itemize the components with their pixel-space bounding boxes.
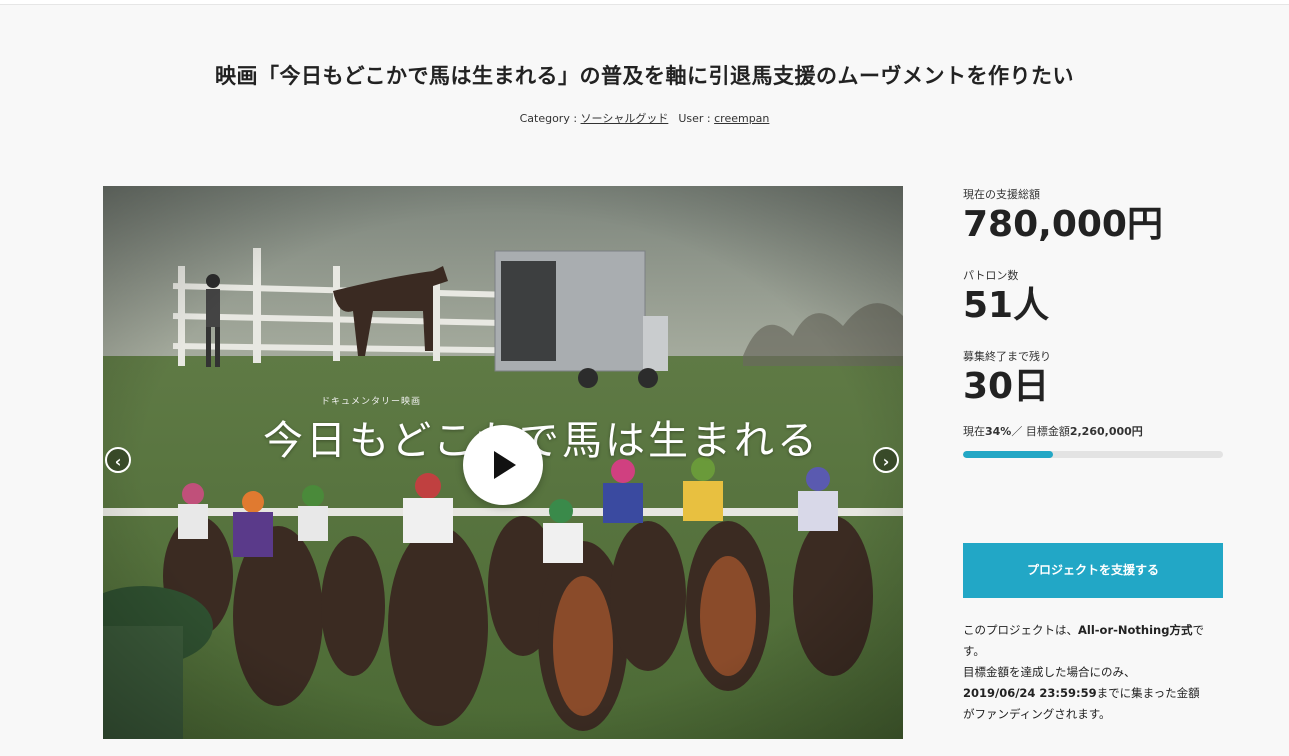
note-method: All-or-Nothing方式 [1078, 623, 1193, 637]
next-slide-button[interactable]: › [873, 447, 899, 473]
remaining-value: 30日 [963, 366, 1050, 407]
progress-percent: 34% [985, 425, 1012, 438]
funding-note: このプロジェクトは、All-or-Nothing方式です。 目標金額を達成した場… [963, 620, 1223, 725]
user-label: User : [678, 112, 715, 125]
chevron-left-icon: ‹ [114, 452, 122, 471]
video-player[interactable]: ドキュメンタリー映画 今日もどこかで馬は生まれる ‹ › [103, 186, 903, 739]
remaining-label: 募集終了まで残り [963, 350, 1051, 363]
funding-stats: 現在の支援総額 780,000円 パトロン数 51人 募集終了まで残り 30日 … [963, 186, 1223, 458]
progress-bar [963, 451, 1223, 458]
note-line4: がファンディングされます。 [963, 707, 1111, 721]
top-border [0, 0, 1289, 5]
patrons-value: 51人 [963, 285, 1050, 326]
total-value: 780,000円 [963, 204, 1163, 245]
goal-amount: 2,260,000円 [1069, 425, 1143, 438]
category-link[interactable]: ソーシャルグッド [581, 112, 669, 125]
note-line1: このプロジェクトは、 [963, 623, 1078, 637]
play-icon [494, 451, 516, 479]
patrons-block: パトロン数 51人 [963, 267, 1223, 328]
project-meta: Category : ソーシャルグッド User : creempan [0, 110, 1289, 126]
progress-prefix: 現在 [963, 425, 985, 438]
progress-fill [963, 451, 1053, 458]
progress-text: 現在34%／ 目標金額2,260,000円 [963, 423, 1223, 439]
page-title: 映画「今日もどこかで馬は生まれる」の普及を軸に引退馬支援のムーヴメントを作りたい [215, 64, 1074, 88]
user-link[interactable]: creempan [714, 112, 769, 125]
goal-label: ／ 目標金額 [1011, 425, 1070, 438]
video-subtitle: ドキュメンタリー映画 [321, 397, 422, 407]
play-button[interactable] [463, 425, 543, 505]
category-label: Category : [519, 112, 581, 125]
total-label: 現在の支援総額 [963, 188, 1040, 201]
patrons-label: パトロン数 [963, 269, 1019, 282]
note-line2: 目標金額を達成した場合にのみ、 [963, 665, 1136, 679]
note-deadline: 2019/06/24 23:59:59 [963, 686, 1097, 700]
total-block: 現在の支援総額 780,000円 [963, 186, 1223, 247]
prev-slide-button[interactable]: ‹ [105, 447, 131, 473]
remaining-block: 募集終了まで残り 30日 [963, 348, 1223, 409]
note-line3: までに集まった金額 [1096, 686, 1200, 700]
chevron-right-icon: › [882, 452, 890, 471]
support-project-button[interactable]: プロジェクトを支援する [963, 543, 1223, 598]
